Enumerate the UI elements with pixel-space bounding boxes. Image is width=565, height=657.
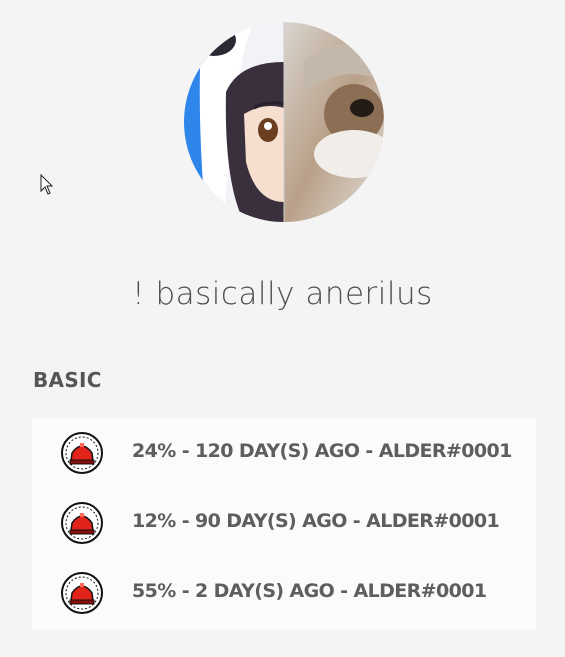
badge-entry-text: 12% - 90 DAY(S) AGO - ALDER#0001	[132, 510, 500, 532]
section-title-basic: BASIC	[33, 368, 102, 392]
mouse-cursor-icon	[40, 173, 54, 196]
badge-list-item: 12% - 90 DAY(S) AGO - ALDER#0001	[32, 488, 536, 558]
badge-entry-text: 24% - 120 DAY(S) AGO - ALDER#0001	[132, 440, 512, 462]
badge-list-item: 24% - 120 DAY(S) AGO - ALDER#0001	[32, 418, 536, 488]
badge-list: 24% - 120 DAY(S) AGO - ALDER#0001 12% - …	[32, 418, 536, 630]
badge-list-item: 55% - 2 DAY(S) AGO - ALDER#0001	[32, 558, 536, 628]
red-cake-badge-icon	[60, 501, 104, 545]
profile-display-name: ! basically anerilus	[132, 276, 433, 312]
badge-entry-text: 55% - 2 DAY(S) AGO - ALDER#0001	[132, 580, 487, 602]
red-cake-badge-icon	[60, 571, 104, 615]
profile-avatar[interactable]	[184, 22, 384, 222]
red-cake-badge-icon	[60, 431, 104, 475]
